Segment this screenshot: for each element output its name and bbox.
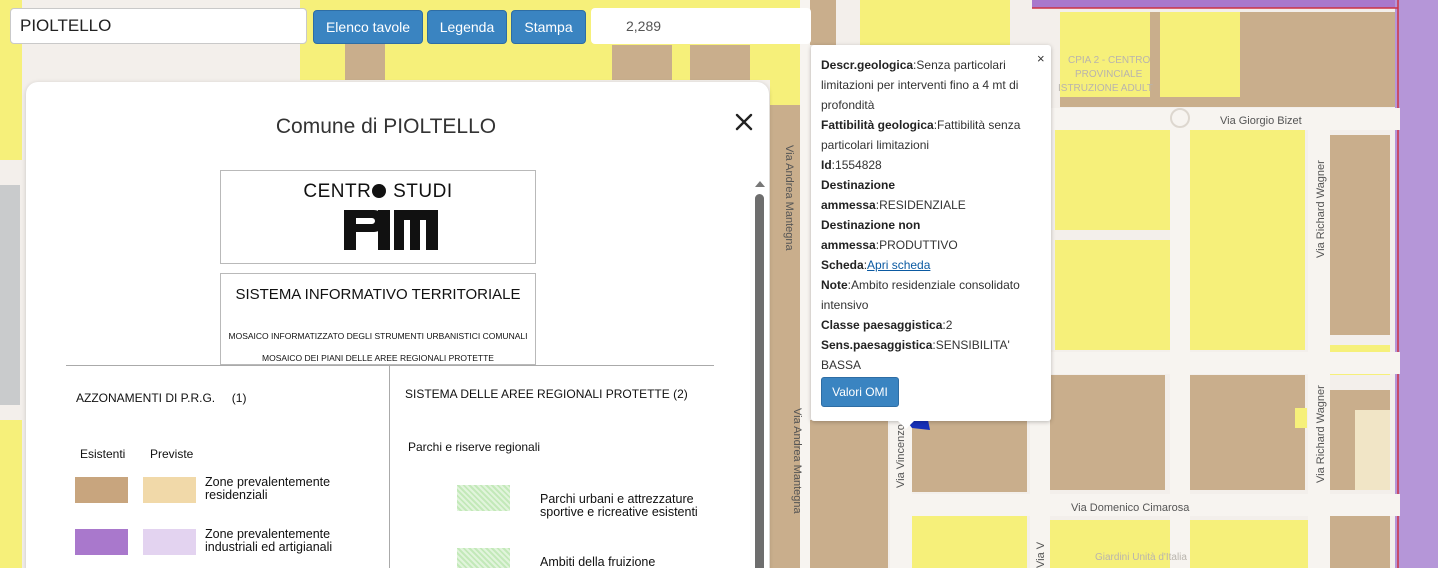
popup-row-fattibilita: Fattibilità geologica:Fattibilità senza …: [821, 118, 1021, 152]
swatch-park-urban: [457, 485, 510, 511]
sistema-aree-heading: SISTEMA DELLE AREE REGIONALI PROTETTE (2…: [405, 387, 688, 401]
zone-residential: [1055, 240, 1170, 350]
valori-omi-button[interactable]: Valori OMI: [821, 377, 899, 407]
scroll-up-arrow-icon[interactable]: [754, 177, 766, 189]
zone-residential: [912, 515, 1027, 568]
swatch-residential-planned: [143, 477, 196, 503]
svg-text:Via Andrea Mantegna: Via Andrea Mantegna: [783, 145, 795, 251]
zone-grey: [0, 185, 20, 405]
svg-text:Via Giorgio Bizet: Via Giorgio Bizet: [1220, 115, 1302, 127]
legend-panel: Comune di PIOLTELLO CENTR STUDI SISTEMA …: [26, 82, 769, 568]
legend-label-residential: Zone prevalentemente residenziali: [205, 475, 331, 502]
zone-residential: [0, 420, 22, 568]
search-input[interactable]: [10, 8, 307, 44]
divider: [66, 365, 714, 366]
logo-text-right: STUDI: [393, 181, 453, 202]
scale-display[interactable]: 2,289: [591, 8, 811, 44]
popup-key: Note: [821, 278, 848, 292]
svg-text:Giardini Unità d'Italia: Giardini Unità d'Italia: [1095, 552, 1187, 563]
sit-box: SISTEMA INFORMATIVO TERRITORIALE MOSAICO…: [220, 273, 536, 365]
svg-text:CPIA 2 - CENTRO: CPIA 2 - CENTRO: [1068, 55, 1150, 66]
logo-text: CENTR STUDI: [221, 181, 535, 203]
svg-text:Via Richard Wagner: Via Richard Wagner: [1315, 385, 1327, 483]
svg-text:Via Andrea Mantegna: Via Andrea Mantegna: [791, 408, 803, 514]
swatch-residential-existing: [75, 477, 128, 503]
legenda-button[interactable]: Legenda: [427, 10, 507, 44]
road: [1050, 352, 1400, 374]
zone-industrial: [1032, 0, 1397, 8]
popup-value: 1554828: [835, 158, 882, 172]
pim-logo-mark: [344, 210, 438, 250]
legend-title: Comune di PIOLTELLO: [275, 115, 497, 138]
popup-value: RESIDENZIALE: [879, 198, 966, 212]
legend-document: CENTR STUDI SISTEMA INFORMATIVO TERRITOR…: [66, 170, 714, 568]
popup-row-descr-geologica: Descr.geologica:Senza particolari limita…: [821, 58, 1019, 112]
zone-built: [345, 44, 385, 80]
sit-subtitle-1: MOSAICO INFORMATIZZATO DEGLI STRUMENTI U…: [228, 331, 528, 341]
divider: [389, 366, 390, 568]
stampa-button[interactable]: Stampa: [511, 10, 586, 44]
legend-label-park-fruizione: Ambiti della fruizione: [540, 555, 656, 568]
apri-scheda-link[interactable]: Apri scheda: [867, 258, 930, 272]
zone-built: [612, 45, 672, 80]
zone-built: [912, 420, 1027, 492]
popup-row-sens-paesaggistica: Sens.paesaggistica:SENSIBILITA' BASSA: [821, 338, 1010, 372]
svg-text:PROVINCIALE: PROVINCIALE: [1075, 69, 1143, 80]
zone-industrial: [1395, 0, 1438, 568]
svg-text:Via Richard Wagner: Via Richard Wagner: [1315, 160, 1327, 258]
popup-key: Id: [821, 158, 832, 172]
popup-row-destinazione-non-ammessa: Destinazione non ammessa:PRODUTTIVO: [821, 218, 958, 252]
zone-residential: [1295, 408, 1307, 428]
azzonamenti-heading: AZZONAMENTI DI P.R.G. (1): [76, 391, 247, 405]
popup-row-destinazione-ammessa: Destinazione ammessa:RESIDENZIALE: [821, 178, 966, 212]
zone-built: [1330, 135, 1390, 335]
popup-value: PRODUTTIVO: [879, 238, 958, 252]
svg-text:Via Vincenzo: Via Vincenzo: [895, 424, 907, 488]
svg-text:ISTRUZIONE ADULT: ISTRUZIONE ADULT: [1058, 83, 1153, 94]
popup-row-classe-paesaggistica: Classe paesaggistica:2: [821, 318, 953, 332]
svg-text:Via Domenico Cimarosa: Via Domenico Cimarosa: [1071, 502, 1190, 514]
popup-key: Descr.geologica: [821, 58, 914, 72]
popup-key: Fattibilità geologica: [821, 118, 934, 132]
sit-title: SISTEMA INFORMATIVO TERRITORIALE: [235, 286, 521, 303]
zone-planned: [1355, 410, 1390, 490]
popup-close-icon[interactable]: ×: [1037, 49, 1045, 69]
parchi-riserve-label: Parchi e riserve regionali: [408, 440, 541, 454]
svg-text:Via V: Via V: [1035, 541, 1047, 568]
feature-info-popup: × Descr.geologica:Senza particolari limi…: [811, 45, 1051, 421]
zone-built: [1250, 12, 1390, 107]
swatch-park-fruizione: [457, 548, 510, 568]
popup-row-scheda: Scheda:Apri scheda: [821, 258, 931, 272]
popup-row-id: Id:1554828: [821, 158, 882, 172]
scale-value: 2,289: [626, 18, 662, 34]
zone-residential: [1055, 130, 1170, 230]
popup-key: Classe paesaggistica: [821, 318, 943, 332]
zone-built: [1190, 375, 1305, 490]
popup-tip: [896, 419, 916, 429]
logo-box: CENTR STUDI: [220, 170, 536, 264]
esistenti-label: Esistenti: [80, 447, 126, 461]
zone-built: [690, 45, 750, 80]
popup-key: Sens.paesaggistica: [821, 338, 933, 352]
zone-residential: [1160, 12, 1240, 97]
zone-built: [808, 420, 888, 568]
swatch-industrial-existing: [75, 529, 128, 555]
popup-value: 2: [945, 318, 953, 332]
legend-scrollbar[interactable]: [755, 194, 764, 568]
sit-subtitle-2: MOSAICO DEI PIANI DELLE AREE REGIONALI P…: [262, 353, 494, 363]
legend-label-park-urban: Parchi urbani e attrezzature sportive e …: [540, 492, 698, 519]
zone-residential: [860, 0, 1010, 45]
zone-built: [1050, 375, 1165, 490]
popup-key: Scheda: [821, 258, 864, 272]
close-icon[interactable]: [732, 110, 756, 134]
zone-residential: [1190, 130, 1305, 350]
logo-dot: [372, 184, 387, 198]
logo-text-left: CENTR: [303, 181, 372, 202]
popup-value: Ambito residenziale consolidato intensiv…: [821, 278, 1020, 312]
swatch-industrial-planned: [143, 529, 196, 555]
elenco-tavole-button[interactable]: Elenco tavole: [313, 10, 423, 44]
previste-label: Previste: [150, 447, 194, 461]
legend-label-industrial: Zone prevalentemente industriali ed arti…: [205, 527, 333, 554]
popup-row-note: Note:Ambito residenziale consolidato int…: [821, 278, 1020, 312]
